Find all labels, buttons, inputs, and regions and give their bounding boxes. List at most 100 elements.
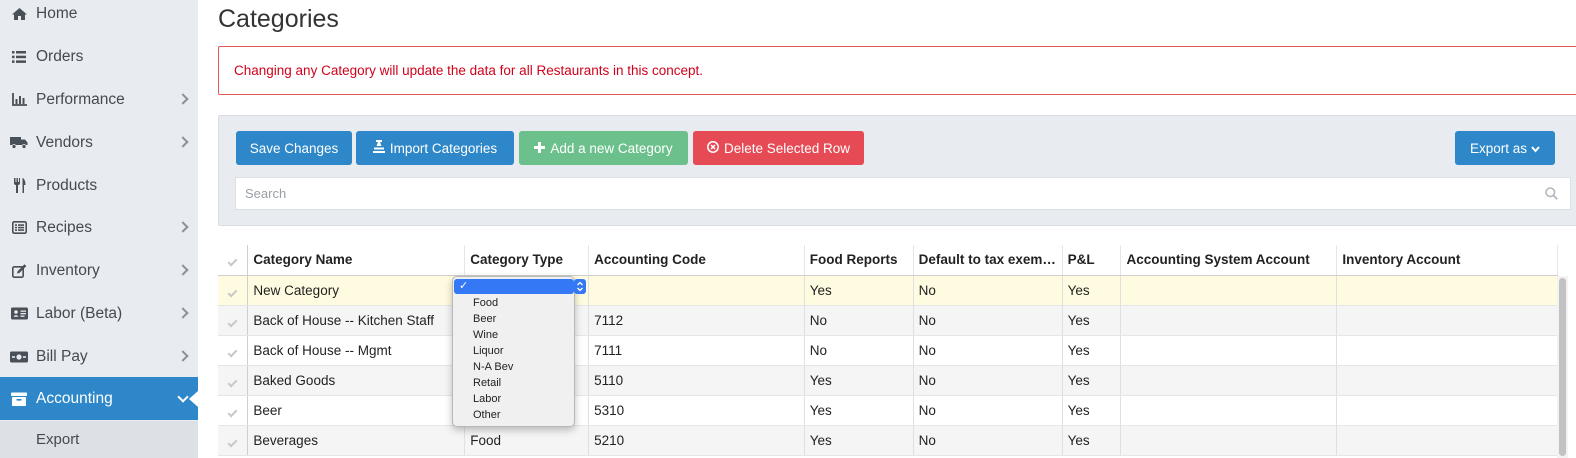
cell-tax-exempt[interactable]: No xyxy=(913,335,1063,366)
search-input[interactable] xyxy=(236,178,1570,209)
column-header[interactable]: Category Type xyxy=(464,245,590,276)
sidebar-item-orders[interactable]: Orders xyxy=(0,35,198,78)
search-icon[interactable] xyxy=(1545,187,1558,205)
cell-tax-exempt[interactable]: No xyxy=(913,305,1063,336)
table-row[interactable]: Beverages Food 5210 Yes No Yes xyxy=(218,425,1558,456)
cell-inventory-account[interactable] xyxy=(1336,335,1558,366)
cell-tax-exempt[interactable]: No xyxy=(913,395,1063,426)
cell-food-reports[interactable]: Yes xyxy=(804,275,914,306)
search-field[interactable] xyxy=(235,177,1571,210)
delete-button-label: Delete Selected Row xyxy=(723,140,851,156)
cell-category-name[interactable]: New Category xyxy=(247,275,466,306)
cell-food-reports[interactable]: No xyxy=(804,335,914,366)
cell-inventory-account[interactable] xyxy=(1336,305,1558,336)
sidebar-item-performance[interactable]: Performance xyxy=(0,78,198,121)
sidebar-item-accounting[interactable]: Accounting xyxy=(0,377,198,420)
dropdown-option[interactable]: Other xyxy=(473,407,501,423)
row-checkbox[interactable] xyxy=(218,305,249,336)
cell-pl[interactable]: Yes xyxy=(1062,395,1122,426)
sidebar-item-products[interactable]: Products xyxy=(0,164,198,207)
select-stepper-icon[interactable] xyxy=(574,279,586,294)
cell-inventory-account[interactable] xyxy=(1336,275,1558,306)
column-header[interactable]: Category Name xyxy=(247,245,466,276)
chevron-down-icon xyxy=(1531,141,1540,156)
column-header[interactable]: P&L xyxy=(1062,245,1122,276)
column-header[interactable]: Food Reports xyxy=(804,245,914,276)
sidebar-item-labor[interactable]: Labor (Beta) xyxy=(0,292,198,335)
dropdown-selected-blank[interactable]: ✓ xyxy=(454,279,574,294)
column-header[interactable]: Accounting Code xyxy=(588,245,805,276)
cell-pl[interactable]: Yes xyxy=(1062,335,1122,366)
cell-category-name[interactable]: Beer xyxy=(247,395,466,426)
cell-pl[interactable]: Yes xyxy=(1062,305,1122,336)
column-header[interactable]: Inventory Account xyxy=(1336,245,1558,276)
cell-category-name[interactable]: Back of House -- Kitchen Staff xyxy=(247,305,466,336)
table-row[interactable]: Back of House -- Mgmt 7111 No No Yes xyxy=(218,335,1558,366)
cell-category-type[interactable]: Food xyxy=(464,425,590,456)
cell-accounting-system-account[interactable] xyxy=(1120,395,1338,426)
row-checkbox[interactable] xyxy=(218,275,249,306)
save-changes-button[interactable]: Save Changes xyxy=(236,131,352,165)
cell-accounting-code[interactable]: 7112 xyxy=(588,305,805,336)
cell-accounting-system-account[interactable] xyxy=(1120,275,1338,306)
cell-pl[interactable]: Yes xyxy=(1062,425,1122,456)
cell-accounting-system-account[interactable] xyxy=(1120,305,1338,336)
cell-accounting-code[interactable]: 7111 xyxy=(588,335,805,366)
sidebar-subitem-export[interactable]: Export xyxy=(0,421,198,458)
cell-inventory-account[interactable] xyxy=(1336,425,1558,456)
dropdown-option[interactable]: Wine xyxy=(473,327,498,343)
sidebar-item-bill-pay[interactable]: Bill Pay xyxy=(0,335,198,378)
cell-category-name[interactable]: Baked Goods xyxy=(247,365,466,396)
table-row[interactable]: Back of House -- Kitchen Staff 7112 No N… xyxy=(218,305,1558,336)
dropdown-option[interactable]: Liquor xyxy=(473,343,504,359)
cell-food-reports[interactable]: Yes xyxy=(804,425,914,456)
cell-accounting-code[interactable]: 5210 xyxy=(588,425,805,456)
dropdown-option[interactable]: Retail xyxy=(473,375,501,391)
cell-accounting-system-account[interactable] xyxy=(1120,365,1338,396)
delete-row-button[interactable]: Delete Selected Row xyxy=(693,131,864,165)
sidebar-item-label: Labor (Beta) xyxy=(36,304,123,322)
cell-food-reports[interactable]: Yes xyxy=(804,365,914,396)
row-checkbox[interactable] xyxy=(218,335,249,366)
scrollbar-thumb[interactable] xyxy=(1559,278,1566,456)
cell-pl[interactable]: Yes xyxy=(1062,275,1122,306)
sidebar-item-recipes[interactable]: Recipes xyxy=(0,206,198,249)
sidebar-item-home[interactable]: Home xyxy=(0,0,198,35)
table-row[interactable]: Baked Goods 5110 Yes No Yes xyxy=(218,365,1558,396)
cell-accounting-system-account[interactable] xyxy=(1120,335,1338,366)
dropdown-option[interactable]: N-A Bev xyxy=(473,359,513,375)
cell-accounting-code[interactable]: 5110 xyxy=(588,365,805,396)
warning-alert: Changing any Category will update the da… xyxy=(218,46,1576,95)
row-checkbox[interactable] xyxy=(218,365,249,396)
dropdown-option[interactable]: Food xyxy=(473,295,498,311)
cell-category-name[interactable]: Back of House -- Mgmt xyxy=(247,335,466,366)
cell-tax-exempt[interactable]: No xyxy=(913,425,1063,456)
cell-accounting-system-account[interactable] xyxy=(1120,425,1338,456)
column-header[interactable]: Default to tax exem… xyxy=(913,245,1063,276)
cell-tax-exempt[interactable]: No xyxy=(913,275,1063,306)
table-row[interactable]: Beer 5310 Yes No Yes xyxy=(218,395,1558,426)
add-category-button[interactable]: Add a new Category xyxy=(519,131,688,165)
cell-food-reports[interactable]: Yes xyxy=(804,395,914,426)
sidebar-item-vendors[interactable]: Vendors xyxy=(0,121,198,164)
sidebar-item-inventory[interactable]: Inventory xyxy=(0,249,198,292)
cell-accounting-code[interactable]: 5310 xyxy=(588,395,805,426)
dropdown-option[interactable]: Labor xyxy=(473,391,501,407)
table-row[interactable]: New Category Yes No Yes xyxy=(218,275,1558,306)
row-checkbox[interactable] xyxy=(218,425,249,456)
import-categories-button[interactable]: Import Categories xyxy=(356,131,514,165)
cell-food-reports[interactable]: No xyxy=(804,305,914,336)
cell-pl[interactable]: Yes xyxy=(1062,365,1122,396)
export-as-button[interactable]: Export as xyxy=(1455,131,1555,165)
cell-tax-exempt[interactable]: No xyxy=(913,365,1063,396)
column-header[interactable]: Accounting System Account xyxy=(1120,245,1338,276)
cell-category-name[interactable]: Beverages xyxy=(247,425,466,456)
category-type-dropdown[interactable]: ✓ Food Beer Wine Liquor N-A Bev Retail L… xyxy=(452,276,575,427)
cell-inventory-account[interactable] xyxy=(1336,365,1558,396)
cell-accounting-code[interactable] xyxy=(588,275,805,306)
select-all-checkbox[interactable] xyxy=(218,245,249,276)
dropdown-option[interactable]: Beer xyxy=(473,311,496,327)
row-checkbox[interactable] xyxy=(218,395,249,426)
cell-inventory-account[interactable] xyxy=(1336,395,1558,426)
table-scrollbar[interactable] xyxy=(1557,276,1568,458)
